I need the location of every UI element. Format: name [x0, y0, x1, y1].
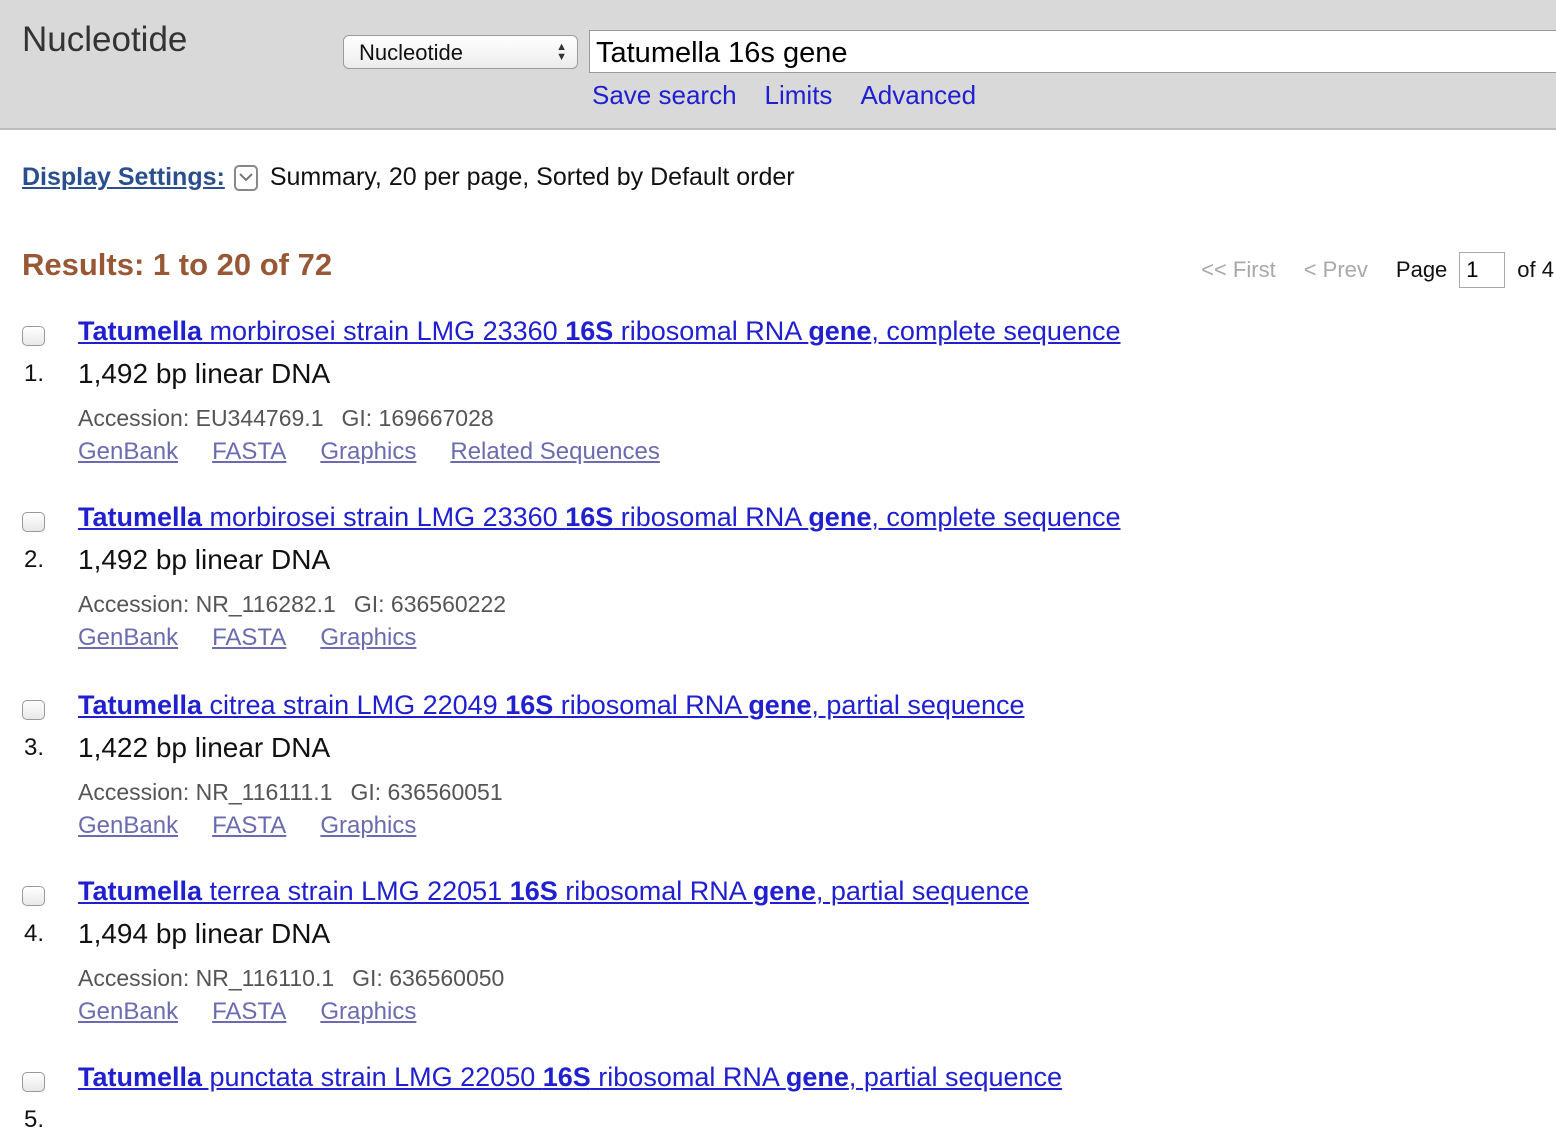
title-text: morbirosei strain LMG 23360 [202, 316, 566, 346]
graphics-link[interactable]: Graphics [320, 624, 416, 651]
accession-number: Accession: NR_116111.1 [78, 779, 333, 805]
title-highlight: 16S [509, 876, 558, 906]
select-arrows-icon: ▲ ▼ [556, 41, 567, 63]
page-label: Page [1395, 257, 1448, 282]
accession-number: Accession: NR_116282.1 [78, 591, 336, 617]
title-highlight: 16S [505, 690, 554, 720]
result-number: 3. [24, 734, 45, 761]
page-number-input[interactable]: 1 [1459, 252, 1506, 288]
result-title-link[interactable]: Tatumella citrea strain LMG 22049 16S ri… [78, 690, 1024, 721]
result-title-link[interactable]: Tatumella morbirosei strain LMG 23360 16… [78, 502, 1121, 533]
result-checkbox[interactable] [22, 512, 45, 532]
gi-number: GI: 636560050 [352, 965, 505, 991]
result-number: 4. [24, 920, 45, 947]
result-checkbox[interactable] [22, 700, 45, 720]
genbank-link[interactable]: GenBank [78, 438, 178, 465]
result-checkbox[interactable] [22, 886, 45, 906]
title-text: ribosomal RNA [613, 316, 809, 346]
page-total: of 4 [1517, 257, 1554, 282]
title-text: terrea strain LMG 22051 [202, 876, 510, 906]
gi-number: GI: 169667028 [341, 405, 494, 431]
chevron-down-icon[interactable] [233, 164, 258, 191]
database-title: Nucleotide [22, 20, 188, 59]
database-select-value: Nucleotide [359, 40, 463, 65]
title-text: , partial sequence [811, 690, 1025, 720]
result-links: GenBank FASTA Graphics [78, 624, 450, 652]
title-highlight: Tatumella [78, 316, 203, 346]
save-search-link[interactable]: Save search [592, 80, 737, 110]
display-settings-bar: Display Settings: Summary, 20 per page, … [22, 163, 795, 192]
result-title-link[interactable]: Tatumella morbirosei strain LMG 23360 16… [78, 316, 1121, 347]
gi-number: GI: 636560051 [350, 779, 503, 805]
result-accession: Accession: NR_116110.1 GI: 636560050 [78, 965, 504, 992]
title-text: ribosomal RNA [590, 1062, 786, 1092]
related-sequences-link[interactable]: Related Sequences [450, 438, 659, 465]
database-select[interactable]: Nucleotide ▲ ▼ [343, 35, 578, 69]
title-highlight: gene [748, 690, 812, 720]
limits-link[interactable]: Limits [765, 80, 833, 110]
title-text: ribosomal RNA [557, 876, 753, 906]
graphics-link[interactable]: Graphics [320, 812, 416, 839]
result-accession: Accession: NR_116282.1 GI: 636560222 [78, 591, 506, 618]
title-text: punctata strain LMG 22050 [202, 1062, 543, 1092]
first-page-link: << First [1201, 257, 1276, 282]
search-header: Nucleotide Nucleotide ▲▼ Save search Limi… [0, 0, 1556, 130]
title-highlight: gene [808, 316, 872, 346]
title-text: , complete sequence [871, 316, 1121, 346]
display-settings-link[interactable]: Display Settings: [22, 163, 225, 192]
result-links: GenBank FASTA Graphics [78, 998, 450, 1026]
fasta-link[interactable]: FASTA [212, 438, 286, 465]
title-highlight: Tatumella [78, 690, 203, 720]
title-text: ribosomal RNA [613, 502, 809, 532]
result-title-link[interactable]: Tatumella punctata strain LMG 22050 16S … [78, 1062, 1062, 1093]
graphics-link[interactable]: Graphics [320, 438, 416, 465]
result-description: 1,492 bp linear DNA [78, 544, 331, 575]
genbank-link[interactable]: GenBank [78, 812, 178, 839]
title-highlight: gene [808, 502, 872, 532]
result-description: 1,422 bp linear DNA [78, 732, 331, 763]
accession-number: Accession: EU344769.1 [78, 405, 324, 431]
fasta-link[interactable]: FASTA [212, 998, 286, 1025]
title-highlight: 16S [542, 1062, 591, 1092]
display-settings-summary: Summary, 20 per page, Sorted by Default … [269, 163, 795, 191]
graphics-link[interactable]: Graphics [320, 998, 416, 1025]
title-text: morbirosei strain LMG 23360 [202, 502, 566, 532]
genbank-link[interactable]: GenBank [78, 998, 178, 1025]
title-text: citrea strain LMG 22049 [202, 690, 506, 720]
results-count: Results: 1 to 20 of 72 [22, 247, 333, 282]
title-text: , partial sequence [815, 876, 1029, 906]
title-highlight: Tatumella [78, 876, 203, 906]
title-highlight: Tatumella [78, 502, 203, 532]
header-links: Save search Limits Advanced [592, 80, 1004, 111]
result-checkbox[interactable] [22, 1072, 45, 1092]
title-highlight: gene [785, 1062, 849, 1092]
title-highlight: Tatumella [78, 1062, 203, 1092]
gi-number: GI: 636560222 [353, 591, 507, 617]
title-highlight: 16S [565, 502, 614, 532]
result-accession: Accession: NR_116111.1 GI: 636560051 [78, 779, 503, 806]
title-highlight: gene [752, 876, 816, 906]
fasta-link[interactable]: FASTA [212, 624, 286, 651]
pager: << First < Prev Page 1 of 4 [1201, 252, 1554, 288]
result-accession: Accession: EU344769.1 GI: 169667028 [78, 405, 494, 432]
result-description: 1,492 bp linear DNA [78, 358, 331, 389]
title-text: ribosomal RNA [553, 690, 749, 720]
prev-page-link: < Prev [1303, 257, 1368, 282]
advanced-link[interactable]: Advanced [860, 80, 976, 110]
genbank-link[interactable]: GenBank [78, 624, 178, 651]
result-number: 5. [24, 1106, 45, 1133]
result-checkbox[interactable] [22, 326, 45, 346]
result-links: GenBank FASTA Graphics [78, 812, 450, 840]
result-number: 2. [24, 546, 45, 573]
result-description: 1,494 bp linear DNA [78, 918, 331, 949]
fasta-link[interactable]: FASTA [212, 812, 286, 839]
result-links: GenBank FASTA Graphics Related Sequences [78, 438, 694, 466]
title-text: , partial sequence [848, 1062, 1063, 1092]
title-text: , complete sequence [871, 502, 1121, 532]
accession-number: Accession: NR_116110.1 [78, 965, 335, 991]
search-input[interactable] [589, 30, 1556, 73]
result-title-link[interactable]: Tatumella terrea strain LMG 22051 16S ri… [78, 876, 1029, 907]
title-highlight: 16S [565, 316, 614, 346]
result-number: 1. [24, 360, 45, 387]
